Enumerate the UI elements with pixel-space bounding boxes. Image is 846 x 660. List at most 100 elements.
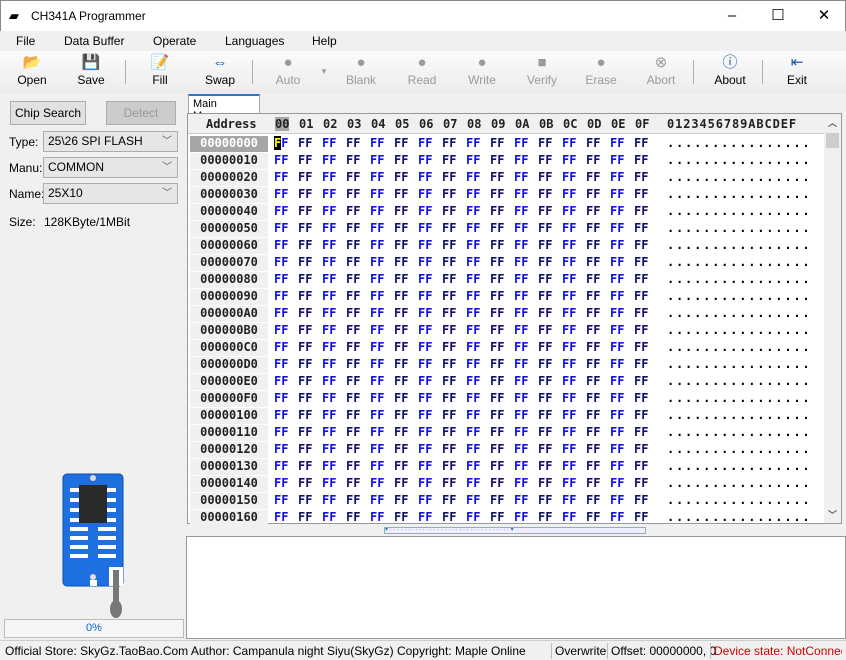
hex-byte[interactable]: FF: [466, 255, 488, 269]
hex-byte[interactable]: FF: [322, 442, 344, 456]
hex-byte[interactable]: FF: [442, 510, 464, 524]
hex-byte[interactable]: FF: [634, 408, 656, 422]
hex-byte[interactable]: FF: [514, 357, 536, 371]
hex-byte[interactable]: FF: [394, 255, 416, 269]
ascii-text[interactable]: ................: [667, 391, 811, 405]
menu-file[interactable]: File: [16, 34, 35, 48]
hex-byte[interactable]: FF: [490, 187, 512, 201]
hex-byte[interactable]: FF: [370, 153, 392, 167]
hex-byte[interactable]: FF: [298, 255, 320, 269]
hex-byte[interactable]: FF: [274, 255, 296, 269]
scroll-down-icon[interactable]: ﹀: [828, 508, 837, 521]
hex-byte[interactable]: FF: [490, 357, 512, 371]
hex-byte[interactable]: FF: [562, 255, 584, 269]
hex-byte[interactable]: FF: [394, 476, 416, 490]
hex-byte[interactable]: FF: [418, 459, 440, 473]
hex-byte[interactable]: FF: [298, 204, 320, 218]
hex-byte[interactable]: FF: [322, 204, 344, 218]
hex-byte[interactable]: FF: [466, 510, 488, 524]
row-address[interactable]: 00000020: [190, 170, 268, 186]
hex-byte[interactable]: FF: [490, 238, 512, 252]
hex-byte[interactable]: FF: [370, 357, 392, 371]
hex-byte[interactable]: FF: [562, 357, 584, 371]
hex-byte[interactable]: FF: [586, 170, 608, 184]
hex-byte[interactable]: FF: [610, 510, 632, 524]
hex-byte[interactable]: FF: [274, 187, 296, 201]
hex-byte[interactable]: FF: [274, 204, 296, 218]
hex-byte[interactable]: FF: [586, 204, 608, 218]
hex-byte[interactable]: FF: [634, 221, 656, 235]
hex-byte[interactable]: FF: [514, 408, 536, 422]
hex-byte[interactable]: FF: [538, 442, 560, 456]
auto-dropdown-icon[interactable]: ▼: [320, 67, 328, 76]
hex-byte[interactable]: FF: [586, 442, 608, 456]
vertical-scrollbar[interactable]: ︿ ﹀: [824, 114, 841, 523]
hex-byte[interactable]: FF: [394, 272, 416, 286]
hex-byte[interactable]: FF: [586, 340, 608, 354]
hex-byte[interactable]: FF: [562, 374, 584, 388]
hex-byte[interactable]: FF: [514, 510, 536, 524]
hex-byte[interactable]: FF: [490, 272, 512, 286]
hex-byte[interactable]: FF: [442, 204, 464, 218]
hex-byte[interactable]: FF: [514, 459, 536, 473]
abort-button[interactable]: ⊗ Abort: [636, 53, 686, 91]
hex-byte[interactable]: FF: [274, 408, 296, 422]
hex-byte[interactable]: FF: [466, 442, 488, 456]
hex-byte[interactable]: FF: [538, 374, 560, 388]
ascii-text[interactable]: ................: [667, 187, 811, 201]
hex-byte[interactable]: FF: [586, 306, 608, 320]
hex-byte[interactable]: FF: [610, 170, 632, 184]
hex-byte[interactable]: FF: [346, 442, 368, 456]
hex-byte[interactable]: FF: [610, 204, 632, 218]
hex-byte[interactable]: FF: [634, 425, 656, 439]
hex-byte[interactable]: FF: [442, 493, 464, 507]
hex-byte[interactable]: FF: [538, 187, 560, 201]
chip-search-button[interactable]: Chip Search: [10, 101, 86, 125]
hex-byte[interactable]: FF: [394, 306, 416, 320]
hex-byte[interactable]: FF: [418, 323, 440, 337]
ascii-text[interactable]: ................: [667, 476, 811, 490]
hex-byte[interactable]: FF: [346, 459, 368, 473]
hex-byte[interactable]: FF: [586, 408, 608, 422]
hex-byte[interactable]: FF: [442, 255, 464, 269]
hex-byte[interactable]: FF: [514, 340, 536, 354]
hex-byte[interactable]: FF: [562, 323, 584, 337]
hex-byte[interactable]: FF: [634, 442, 656, 456]
menu-operate[interactable]: Operate: [153, 34, 196, 48]
hex-byte[interactable]: FF: [562, 238, 584, 252]
hex-byte[interactable]: FF: [394, 408, 416, 422]
ascii-text[interactable]: ................: [667, 204, 811, 218]
hex-byte[interactable]: FF: [538, 255, 560, 269]
ascii-text[interactable]: ................: [667, 340, 811, 354]
hex-byte[interactable]: FF: [298, 391, 320, 405]
auto-button[interactable]: ● Auto: [263, 53, 313, 91]
hex-byte[interactable]: FF: [610, 272, 632, 286]
hex-byte[interactable]: FF: [346, 391, 368, 405]
hex-byte[interactable]: FF: [490, 442, 512, 456]
hex-byte[interactable]: FF: [370, 408, 392, 422]
hex-byte[interactable]: FF: [562, 306, 584, 320]
hex-byte[interactable]: FF: [298, 187, 320, 201]
hex-byte[interactable]: FF: [586, 323, 608, 337]
hex-byte[interactable]: FF: [538, 136, 560, 150]
hex-byte[interactable]: FF: [490, 136, 512, 150]
hex-byte[interactable]: FF: [298, 408, 320, 422]
hex-byte[interactable]: FF: [466, 357, 488, 371]
hex-byte[interactable]: FF: [442, 170, 464, 184]
hex-byte[interactable]: FF: [442, 425, 464, 439]
row-address[interactable]: 00000030: [190, 187, 268, 203]
name-select[interactable]: 25X10 ﹀: [43, 183, 178, 204]
hex-byte[interactable]: FF: [418, 442, 440, 456]
hex-byte[interactable]: FF: [418, 136, 440, 150]
hex-byte[interactable]: FF: [274, 170, 296, 184]
hex-byte[interactable]: FF: [370, 306, 392, 320]
hex-byte[interactable]: FF: [274, 153, 296, 167]
hex-byte[interactable]: FF: [298, 442, 320, 456]
ascii-text[interactable]: ................: [667, 170, 811, 184]
hex-byte[interactable]: FF: [514, 255, 536, 269]
hex-byte[interactable]: FF: [538, 153, 560, 167]
hex-byte[interactable]: FF: [274, 289, 296, 303]
minimize-button[interactable]: –: [709, 5, 755, 29]
hex-byte[interactable]: FF: [298, 459, 320, 473]
manu-select[interactable]: COMMON ﹀: [43, 157, 178, 178]
